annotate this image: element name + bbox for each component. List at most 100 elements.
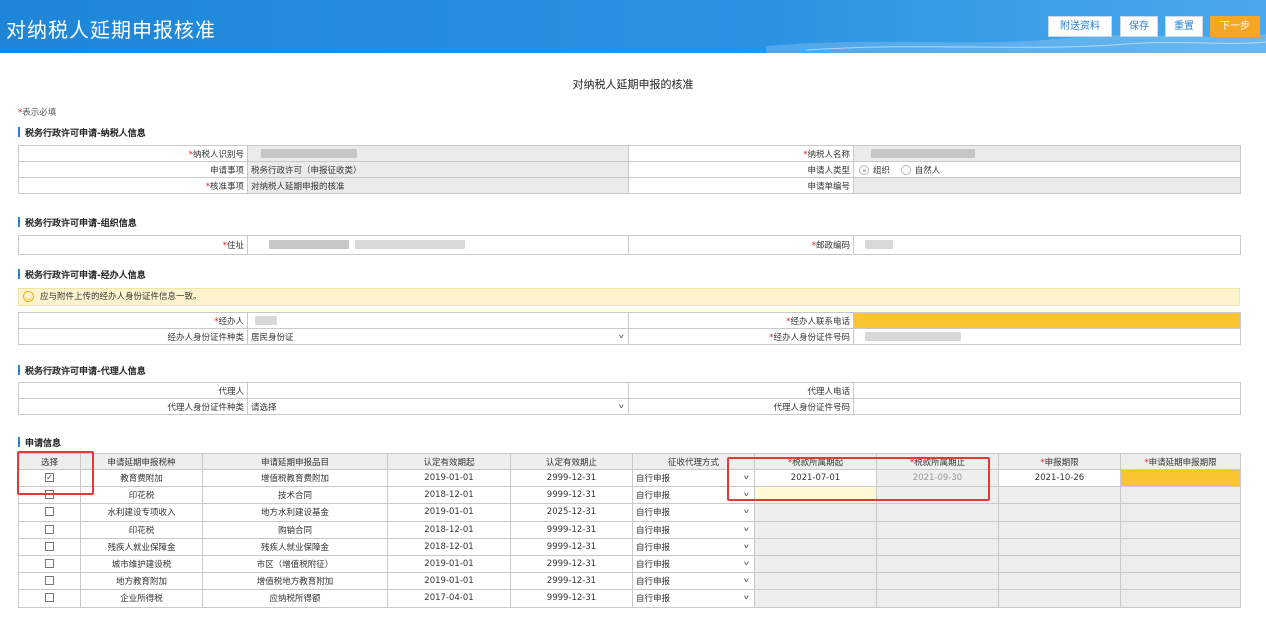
cell-method[interactable]: 自行申报 ∨	[632, 468, 755, 488]
cell-valid-end: 9999-12-31	[510, 486, 633, 505]
cell-period-start[interactable]	[754, 537, 877, 556]
method-value: 自行申报	[636, 594, 671, 605]
cell-valid-start: 2017-04-01	[387, 589, 511, 608]
cell-ext-deadline[interactable]	[1120, 572, 1241, 591]
page-title: 对纳税人延期申报核准	[6, 18, 216, 42]
redacted-value	[269, 240, 349, 249]
cell-valid-start: 2019-01-01	[387, 468, 511, 488]
postcode-input[interactable]	[853, 235, 1241, 255]
handler-name-input[interactable]	[247, 312, 629, 329]
agent-phone-input[interactable]	[853, 382, 1241, 399]
row-checkbox-cell	[18, 572, 81, 591]
address-input[interactable]	[247, 235, 629, 255]
row-checkbox-cell	[18, 537, 81, 556]
cell-deadline	[998, 554, 1121, 574]
cell-period-start[interactable]	[754, 520, 877, 539]
row-checkbox[interactable]	[45, 576, 54, 586]
cell-method[interactable]: 自行申报 ∨	[632, 589, 755, 608]
handler-id-no-input[interactable]	[853, 328, 1241, 345]
cell-deadline	[998, 572, 1121, 591]
cell-period-start[interactable]	[754, 554, 877, 574]
app-no-label: 申请单编号	[628, 177, 854, 194]
row-checkbox[interactable]	[45, 524, 54, 534]
table-header-row: 选择 申请延期申报税种 申请延期申报品目 认定有效期起 认定有效期止 征收代理方…	[18, 453, 1241, 470]
cell-ext-deadline[interactable]	[1120, 486, 1241, 505]
col-item: 申请延期申报品目	[202, 453, 388, 470]
cell-method[interactable]: 自行申报 ∨	[632, 572, 755, 591]
cell-method[interactable]: 自行申报 ∨	[632, 486, 755, 505]
cell-ext-deadline[interactable]	[1120, 554, 1241, 574]
chevron-down-icon: ∨	[742, 508, 750, 516]
table-row: 地方教育附加 增值税地方教育附加 2019-01-01 2999-12-31 自行申报 ∨	[18, 572, 1241, 591]
cell-method[interactable]: 自行申报 ∨	[632, 537, 755, 556]
cell-ext-deadline[interactable]	[1120, 520, 1241, 539]
taxpayer-name-field	[853, 145, 1241, 162]
table-row: ✓ 教育费附加 增值税教育费附加 2019-01-01 2999-12-31 自行申报 ∨ 2…	[18, 468, 1241, 488]
redacted-value	[255, 315, 277, 325]
handler-id-type-select[interactable]: 居民身份证 ∨	[247, 328, 629, 345]
cell-period-start[interactable]	[754, 572, 877, 591]
cell-valid-start: 2019-01-01	[387, 554, 511, 574]
taxpayer-id-field	[247, 145, 629, 162]
matter-label: 申请事项	[18, 161, 248, 178]
cell-period-end	[876, 572, 999, 591]
cell-ext-deadline[interactable]	[1120, 468, 1241, 488]
col-select: 选择	[18, 453, 81, 470]
cell-method[interactable]: 自行申报 ∨	[632, 520, 755, 539]
method-value: 自行申报	[636, 508, 671, 519]
cell-item: 应纳税所得额	[202, 589, 388, 608]
cell-item: 购销合同	[202, 520, 388, 539]
handler-id-no-label: 经办人身份证件号码	[773, 332, 850, 343]
col-period-start: *税款所属期起	[754, 453, 877, 470]
handler-id-type-label: 经办人身份证件种类	[18, 328, 248, 345]
applicant-type-org-radio[interactable]	[859, 165, 869, 175]
cell-period-start[interactable]	[754, 589, 877, 608]
col-valid-start: 认定有效期起	[387, 453, 511, 470]
agent-phone-label: 代理人电话	[628, 382, 854, 399]
cell-deadline	[998, 520, 1121, 539]
cell-period-start[interactable]	[754, 503, 877, 522]
reset-button[interactable]: 重置	[1165, 16, 1203, 37]
cell-tax: 地方教育附加	[80, 572, 203, 591]
row-checkbox[interactable]	[45, 559, 54, 569]
cell-period-end	[876, 537, 999, 556]
row-checkbox[interactable]	[45, 593, 54, 603]
agent-id-type-select[interactable]: 请选择 ∨	[247, 398, 629, 415]
cell-ext-deadline[interactable]	[1120, 503, 1241, 522]
app-no-field	[853, 177, 1241, 194]
required-note-text: 表示必填	[22, 108, 57, 118]
cell-method[interactable]: 自行申报 ∨	[632, 503, 755, 522]
method-value: 自行申报	[636, 491, 671, 502]
cell-tax: 水利建设专项收入	[80, 503, 203, 522]
cell-ext-deadline[interactable]	[1120, 537, 1241, 556]
applicant-type-person-radio[interactable]	[900, 165, 911, 175]
save-button[interactable]: 保存	[1120, 16, 1158, 37]
row-checkbox[interactable]	[45, 541, 54, 551]
col-period-end: *税款所属期止	[876, 453, 999, 470]
next-button[interactable]: 下一步	[1210, 16, 1260, 37]
row-checkbox[interactable]	[45, 507, 54, 517]
handler-phone-input[interactable]	[853, 312, 1241, 329]
cell-method[interactable]: 自行申报 ∨	[632, 554, 755, 574]
cell-valid-end: 9999-12-31	[510, 589, 633, 608]
cell-period-start[interactable]: 2021-07-01	[754, 468, 877, 488]
matter-field: 税务行政许可（申报征收类）	[247, 161, 629, 178]
cell-ext-deadline[interactable]	[1120, 589, 1241, 608]
cell-item: 增值税教育费附加	[202, 468, 388, 488]
row-checkbox[interactable]: ✓	[45, 473, 54, 483]
cell-valid-start: 2019-01-01	[387, 572, 511, 591]
table-row: 印花税 技术合同 2018-12-01 9999-12-31 自行申报 ∨	[18, 486, 1241, 505]
cell-period-start[interactable]	[754, 486, 877, 505]
cell-period-end	[876, 554, 999, 574]
row-checkbox[interactable]	[45, 490, 54, 500]
cell-period-end	[876, 520, 999, 539]
attachment-button[interactable]: 附送资料	[1048, 16, 1112, 37]
method-value: 自行申报	[636, 577, 671, 588]
chevron-down-icon: ∨	[742, 491, 750, 499]
document-title: 对纳税人延期申报的核准	[572, 78, 694, 91]
agent-id-no-input[interactable]	[853, 398, 1241, 415]
agent-name-input[interactable]	[247, 382, 629, 399]
handler-notice-text: 应与附件上传的经办人身份证件信息一致。	[40, 292, 202, 302]
cell-item: 技术合同	[202, 486, 388, 505]
cell-tax: 印花税	[80, 520, 203, 539]
